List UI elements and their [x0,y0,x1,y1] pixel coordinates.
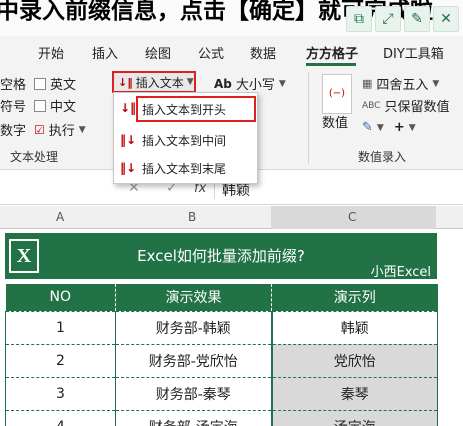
keep-values-label: 只保留数值 [384,100,450,115]
ribbon-tab-row: 开始 插入 绘图 公式 数据 方方格子 DIY工具箱 [0,36,463,66]
insert-text-dropdown-menu: ↓‖ 插入文本到开头 ‖↓ 插入文本到中间 ‖↓ 插入文本到末尾 [113,92,258,184]
round-label: 四舍五入 [376,78,429,93]
insert-end-icon: ‖↓ [119,161,137,175]
case-button[interactable]: Ab 大小写 ▼ [214,74,286,94]
tab-fangfang[interactable]: 方方格子 [306,43,358,62]
insert-middle-icon: ‖↓ [119,133,137,147]
ribbon-number-label[interactable]: 数字 [0,120,26,139]
cell-demo-effect[interactable]: 财务部-汤定海 [115,409,273,426]
menu-item-label: 插入文本到中间 [142,133,227,148]
header-demo-effect[interactable]: 演示效果 [115,284,272,311]
column-header-a[interactable]: A [56,210,64,224]
execute-icon: ☑ [34,122,45,137]
ribbon-symbol-label[interactable]: 符号 [0,96,26,115]
checkbox-chinese[interactable]: 中文 [34,96,76,115]
insert-start-icon: ↓‖ [120,101,137,115]
group-label-value-entry: 数值录入 [358,150,407,164]
chevron-down-icon: ▼ [432,78,440,89]
sheet-title-bar: X Excel如何批量添加前缀? 小西Excel [5,233,437,280]
column-header-row: A B C [0,206,463,229]
ribbon-separator [308,72,309,164]
case-icon: Ab [214,76,232,91]
edit-icon: ✎ [362,120,373,135]
tab-home[interactable]: 开始 [38,43,64,62]
plus-icon[interactable]: + [394,120,405,135]
table-row: 2 财务部-党欣怡 党欣怡 [5,343,438,378]
menu-icon-start-wrap: ↓‖ [114,96,136,122]
edit-icon[interactable]: ✎ [404,6,430,32]
table-row: 4 财务部-汤定海 汤定海 [5,409,438,426]
edit-values-button[interactable]: ✎ ▼ + ▼ [362,120,416,135]
cell-demo-effect[interactable]: 财务部-党欣怡 [115,343,273,378]
values-icon[interactable]: (−) [322,74,352,114]
values-button[interactable]: 数值 [322,112,348,131]
round-icon: ▦ [362,77,373,90]
fullscreen-icon[interactable]: ⤢ [375,6,401,32]
cell-demo-column[interactable]: 汤定海 [271,409,438,426]
cell-demo-effect[interactable]: 财务部-韩颖 [115,310,273,345]
cell-demo-column[interactable]: 秦琴 [271,376,438,411]
menu-item-insert-middle[interactable]: ‖↓ 插入文本到中间 [114,127,257,153]
execute-button[interactable]: ☑ 执行 ▼ [34,120,86,140]
checkbox-english-label: 英文 [50,78,77,93]
checkbox-box[interactable] [34,77,46,90]
group-label-text-processing: 文本处理 [10,150,59,164]
insert-text-label: 插入文本 [135,75,184,90]
keep-values-button[interactable]: ABC 只保留数值 [362,96,449,115]
menu-item-label: 插入文本到末尾 [142,161,227,176]
data-table: NO 演示效果 演示列 1 财务部-韩颖 韩颖 2 财务部-党欣怡 党欣怡 3 … [5,284,438,426]
column-header-c[interactable]: C [348,210,356,224]
checkbox-english[interactable]: 英文 [34,74,76,93]
cell-demo-column[interactable]: 韩颖 [271,310,438,345]
tab-insert[interactable]: 插入 [92,43,118,62]
close-icon[interactable]: ✕ [433,6,459,32]
restore-icon[interactable]: ⧉ [346,6,372,32]
checkbox-chinese-label: 中文 [50,100,77,115]
menu-item-label: 插入文本到开头 [142,102,227,117]
cell-no[interactable]: 2 [5,343,116,378]
menu-item-insert-end[interactable]: ‖↓ 插入文本到末尾 [114,155,257,181]
table-row: 3 财务部-秦琴 秦琴 [5,376,438,411]
tab-draw[interactable]: 绘图 [145,43,171,62]
abc-icon: ABC [362,100,381,111]
insert-text-button[interactable]: ↓‖ 插入文本 ▼ [112,71,196,93]
cell-no[interactable]: 4 [5,409,116,426]
window-controls: ⧉ ⤢ ✎ ✕ [346,6,459,32]
checkbox-box[interactable] [34,99,46,112]
subtitle-strip: 中录入前缀信息，点击【确定】就可完成啦 ⧉ ⤢ ✎ ✕ [0,0,463,36]
chevron-down-icon: ▼ [376,122,384,133]
values-label: 数值 [322,116,349,131]
column-header-b[interactable]: B [188,210,196,224]
chevron-down-icon: ▼ [278,78,286,89]
cell-no[interactable]: 3 [5,376,116,411]
menu-item-insert-start[interactable]: 插入文本到开头 [136,96,256,122]
table-header-row: NO 演示效果 演示列 [5,284,438,311]
worksheet: X Excel如何批量添加前缀? 小西Excel NO 演示效果 演示列 1 财… [0,229,463,426]
cell-no[interactable]: 1 [5,310,116,345]
brand-label: 小西Excel [370,265,431,280]
table-row: 1 财务部-韩颖 韩颖 [5,310,438,345]
header-demo-column[interactable]: 演示列 [271,284,438,311]
ribbon-space-label[interactable]: 空格 [0,74,26,93]
cell-demo-column[interactable]: 党欣怡 [271,343,438,378]
tab-diy-toolbox[interactable]: DIY工具箱 [383,43,444,62]
chevron-down-icon: ▼ [78,124,86,135]
chevron-down-icon: ▼ [408,122,416,133]
cell-demo-effect[interactable]: 财务部-秦琴 [115,376,273,411]
header-no[interactable]: NO [5,284,116,311]
case-label: 大小写 [235,78,275,93]
insert-text-icon: ↓‖ [118,75,133,89]
tab-data[interactable]: 数据 [250,43,276,62]
execute-label: 执行 [48,124,75,139]
tab-formulas[interactable]: 公式 [198,43,224,62]
round-button[interactable]: ▦ 四舍五入 ▼ [362,74,439,93]
chevron-down-icon: ▼ [186,77,194,87]
